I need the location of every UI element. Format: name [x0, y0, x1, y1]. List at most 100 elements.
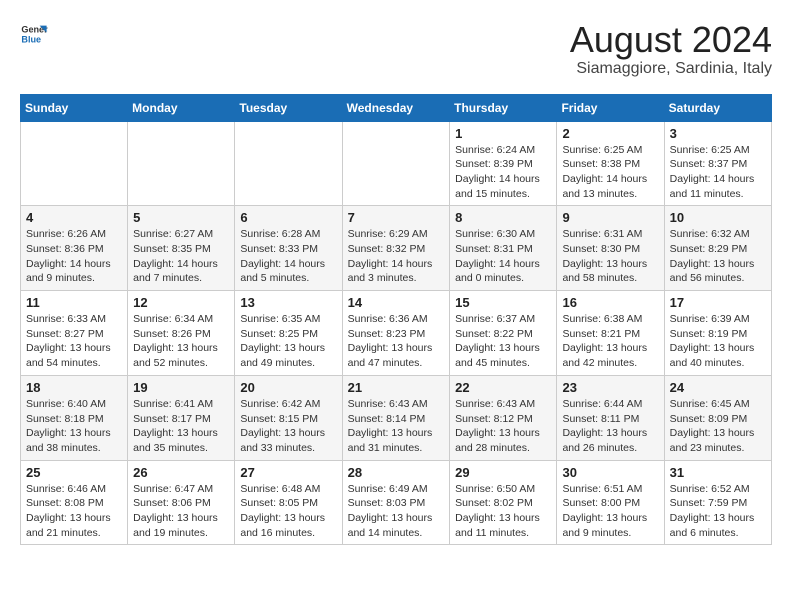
- day-number: 5: [133, 210, 229, 225]
- day-info: Sunrise: 6:25 AMSunset: 8:37 PMDaylight:…: [670, 143, 766, 202]
- day-number: 25: [26, 465, 122, 480]
- calendar-cell: [21, 121, 128, 206]
- day-number: 18: [26, 380, 122, 395]
- calendar-cell: 17Sunrise: 6:39 AMSunset: 8:19 PMDayligh…: [664, 291, 771, 376]
- day-number: 21: [348, 380, 445, 395]
- calendar-header: SundayMondayTuesdayWednesdayThursdayFrid…: [21, 94, 772, 121]
- day-number: 22: [455, 380, 551, 395]
- day-of-week-header: Sunday: [21, 94, 128, 121]
- day-number: 12: [133, 295, 229, 310]
- calendar-cell: 31 Sunrise: 6:52 AMSunset: 7:59 PMDayligh…: [664, 460, 771, 545]
- svg-text:Blue: Blue: [21, 34, 41, 44]
- day-info: Sunrise: 6:43 AMSunset: 8:14 PMDaylight:…: [348, 397, 445, 456]
- header-row: SundayMondayTuesdayWednesdayThursdayFrid…: [21, 94, 772, 121]
- calendar-cell: 18 Sunrise: 6:40 AMSunset: 8:18 PMDayligh…: [21, 375, 128, 460]
- day-number: 29: [455, 465, 551, 480]
- day-number: 4: [26, 210, 122, 225]
- day-info: Sunrise: 6:36 AMSunset: 8:23 PMDaylight:…: [348, 312, 445, 371]
- calendar-cell: 22Sunrise: 6:43 AMSunset: 8:12 PMDayligh…: [450, 375, 557, 460]
- calendar-cell: 30 Sunrise: 6:51 AMSunset: 8:00 PMDayligh…: [557, 460, 664, 545]
- calendar-cell: 9 Sunrise: 6:31 AMSunset: 8:30 PMDaylight…: [557, 206, 664, 291]
- day-number: 1: [455, 126, 551, 141]
- sub-title: Siamaggiore, Sardinia, Italy: [570, 60, 772, 78]
- day-of-week-header: Thursday: [450, 94, 557, 121]
- day-number: 9: [562, 210, 658, 225]
- day-number: 6: [240, 210, 336, 225]
- day-info: Sunrise: 6:40 AMSunset: 8:18 PMDaylight:…: [26, 397, 122, 456]
- day-of-week-header: Tuesday: [235, 94, 342, 121]
- day-info: Sunrise: 6:27 AMSunset: 8:35 PMDaylight:…: [133, 227, 229, 286]
- calendar-cell: 28Sunrise: 6:49 AMSunset: 8:03 PMDayligh…: [342, 460, 450, 545]
- day-number: 27: [240, 465, 336, 480]
- day-info: Sunrise: 6:33 AMSunset: 8:27 PMDaylight:…: [26, 312, 122, 371]
- calendar-cell: 1Sunrise: 6:24 AMSunset: 8:39 PMDaylight…: [450, 121, 557, 206]
- calendar: SundayMondayTuesdayWednesdayThursdayFrid…: [20, 94, 772, 546]
- day-info: Sunrise: 6:29 AMSunset: 8:32 PMDaylight:…: [348, 227, 445, 286]
- calendar-cell: 10 Sunrise: 6:32 AMSunset: 8:29 PMDayligh…: [664, 206, 771, 291]
- day-number: 31: [670, 465, 766, 480]
- day-info: Sunrise: 6:44 AMSunset: 8:11 PMDaylight:…: [562, 397, 658, 456]
- header: General Blue August 2024 Siamaggiore, Sa…: [20, 20, 772, 78]
- calendar-cell: 11 Sunrise: 6:33 AMSunset: 8:27 PMDayligh…: [21, 291, 128, 376]
- day-info: Sunrise: 6:50 AMSunset: 8:02 PMDaylight:…: [455, 482, 551, 541]
- calendar-cell: [235, 121, 342, 206]
- day-info: Sunrise: 6:41 AMSunset: 8:17 PMDaylight:…: [133, 397, 229, 456]
- day-number: 15: [455, 295, 551, 310]
- calendar-cell: 15 Sunrise: 6:37 AMSunset: 8:22 PMDayligh…: [450, 291, 557, 376]
- day-number: 30: [562, 465, 658, 480]
- day-number: 7: [348, 210, 445, 225]
- day-info: Sunrise: 6:49 AMSunset: 8:03 PMDaylight:…: [348, 482, 445, 541]
- day-info: Sunrise: 6:28 AMSunset: 8:33 PMDaylight:…: [240, 227, 336, 286]
- day-info: Sunrise: 6:51 AMSunset: 8:00 PMDaylight:…: [562, 482, 658, 541]
- day-number: 8: [455, 210, 551, 225]
- calendar-week-row: 18 Sunrise: 6:40 AMSunset: 8:18 PMDayligh…: [21, 375, 772, 460]
- calendar-cell: 24 Sunrise: 6:45 AMSunset: 8:09 PMDayligh…: [664, 375, 771, 460]
- calendar-cell: 19 Sunrise: 6:41 AMSunset: 8:17 PMDayligh…: [128, 375, 235, 460]
- calendar-cell: [342, 121, 450, 206]
- day-info: Sunrise: 6:38 AMSunset: 8:21 PMDaylight:…: [562, 312, 658, 371]
- day-number: 13: [240, 295, 336, 310]
- day-number: 23: [562, 380, 658, 395]
- day-info: Sunrise: 6:42 AMSunset: 8:15 PMDaylight:…: [240, 397, 336, 456]
- calendar-cell: 26Sunrise: 6:47 AMSunset: 8:06 PMDayligh…: [128, 460, 235, 545]
- day-of-week-header: Friday: [557, 94, 664, 121]
- calendar-cell: 20Sunrise: 6:42 AMSunset: 8:15 PMDayligh…: [235, 375, 342, 460]
- calendar-cell: 4 Sunrise: 6:26 AMSunset: 8:36 PMDaylight…: [21, 206, 128, 291]
- calendar-cell: 25 Sunrise: 6:46 AMSunset: 8:08 PMDayligh…: [21, 460, 128, 545]
- day-info: Sunrise: 6:52 AMSunset: 7:59 PMDaylight:…: [670, 482, 766, 541]
- day-number: 10: [670, 210, 766, 225]
- general-blue-icon: General Blue: [20, 20, 48, 48]
- calendar-cell: 14 Sunrise: 6:36 AMSunset: 8:23 PMDayligh…: [342, 291, 450, 376]
- calendar-week-row: 11 Sunrise: 6:33 AMSunset: 8:27 PMDayligh…: [21, 291, 772, 376]
- day-number: 26: [133, 465, 229, 480]
- calendar-week-row: 4 Sunrise: 6:26 AMSunset: 8:36 PMDaylight…: [21, 206, 772, 291]
- calendar-body: 1Sunrise: 6:24 AMSunset: 8:39 PMDaylight…: [21, 121, 772, 545]
- day-info: Sunrise: 6:45 AMSunset: 8:09 PMDaylight:…: [670, 397, 766, 456]
- day-number: 16: [562, 295, 658, 310]
- day-number: 14: [348, 295, 445, 310]
- calendar-cell: 6 Sunrise: 6:28 AMSunset: 8:33 PMDaylight…: [235, 206, 342, 291]
- calendar-cell: [128, 121, 235, 206]
- day-info: Sunrise: 6:32 AMSunset: 8:29 PMDaylight:…: [670, 227, 766, 286]
- calendar-cell: 21 Sunrise: 6:43 AMSunset: 8:14 PMDayligh…: [342, 375, 450, 460]
- title-area: August 2024 Siamaggiore, Sardinia, Italy: [570, 20, 772, 78]
- day-info: Sunrise: 6:26 AMSunset: 8:36 PMDaylight:…: [26, 227, 122, 286]
- calendar-week-row: 1Sunrise: 6:24 AMSunset: 8:39 PMDaylight…: [21, 121, 772, 206]
- day-number: 24: [670, 380, 766, 395]
- calendar-cell: 23 Sunrise: 6:44 AMSunset: 8:11 PMDayligh…: [557, 375, 664, 460]
- day-number: 19: [133, 380, 229, 395]
- calendar-cell: 27Sunrise: 6:48 AMSunset: 8:05 PMDayligh…: [235, 460, 342, 545]
- day-number: 2: [562, 126, 658, 141]
- main-title: August 2024: [570, 20, 772, 60]
- day-info: Sunrise: 6:46 AMSunset: 8:08 PMDaylight:…: [26, 482, 122, 541]
- day-number: 11: [26, 295, 122, 310]
- day-of-week-header: Saturday: [664, 94, 771, 121]
- calendar-cell: 29 Sunrise: 6:50 AMSunset: 8:02 PMDayligh…: [450, 460, 557, 545]
- day-info: Sunrise: 6:31 AMSunset: 8:30 PMDaylight:…: [562, 227, 658, 286]
- calendar-cell: 13Sunrise: 6:35 AMSunset: 8:25 PMDayligh…: [235, 291, 342, 376]
- calendar-cell: 7 Sunrise: 6:29 AMSunset: 8:32 PMDaylight…: [342, 206, 450, 291]
- day-of-week-header: Wednesday: [342, 94, 450, 121]
- day-info: Sunrise: 6:37 AMSunset: 8:22 PMDaylight:…: [455, 312, 551, 371]
- calendar-cell: 16 Sunrise: 6:38 AMSunset: 8:21 PMDayligh…: [557, 291, 664, 376]
- day-of-week-header: Monday: [128, 94, 235, 121]
